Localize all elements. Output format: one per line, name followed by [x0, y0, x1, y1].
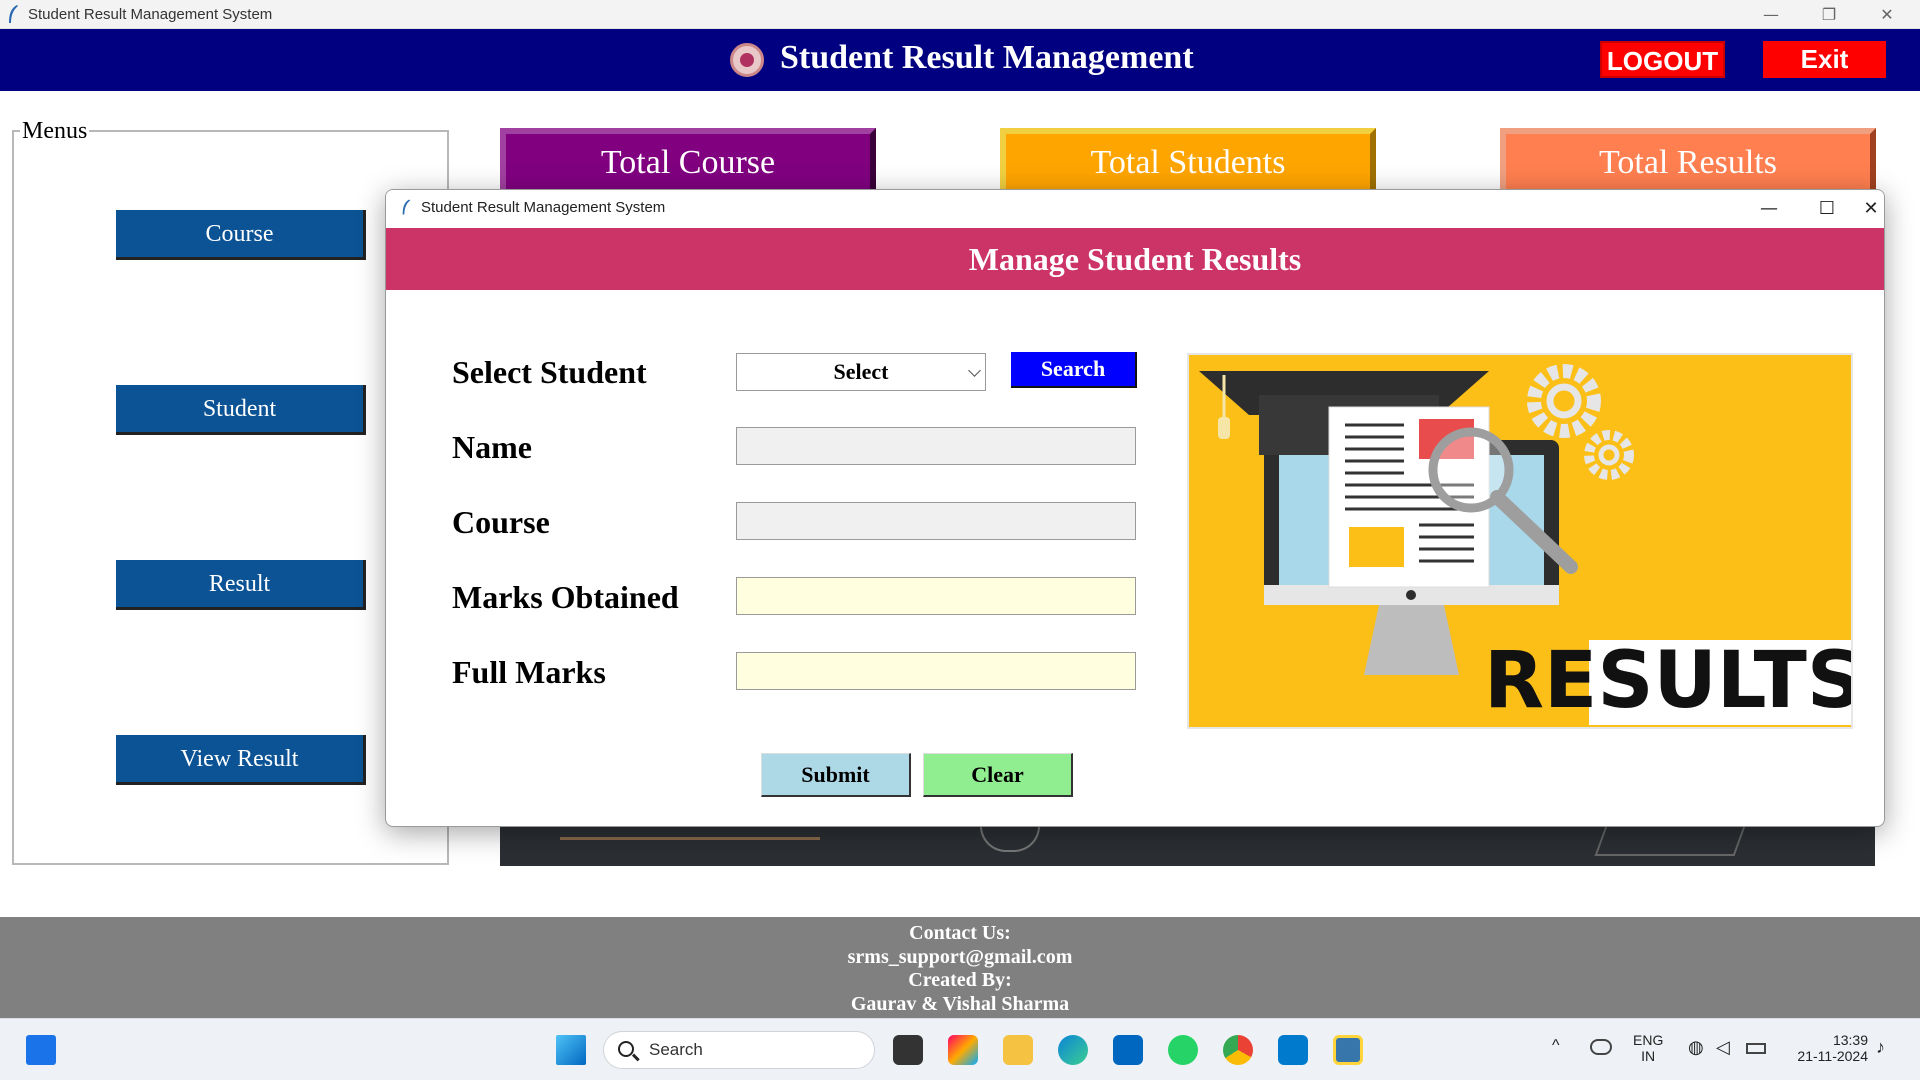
footer-authors: Gaurav & Vishal Sharma: [850, 992, 1070, 1015]
chrome-icon[interactable]: [1223, 1035, 1253, 1065]
view-result-menu-button[interactable]: View Result: [116, 735, 366, 785]
total-students-card: Total Students: [1000, 128, 1376, 193]
course-menu-button[interactable]: Course: [116, 210, 366, 260]
student-select-value: Select: [833, 359, 889, 384]
search-button[interactable]: Search: [1011, 352, 1137, 388]
vscode-icon[interactable]: [1278, 1035, 1308, 1065]
logout-button[interactable]: LOGOUT: [1600, 41, 1725, 78]
submit-button[interactable]: Submit: [761, 753, 911, 797]
battery-icon[interactable]: [1746, 1043, 1766, 1054]
footer-created-heading: Created By:: [908, 969, 1012, 991]
course-field[interactable]: [736, 502, 1136, 540]
marks-obtained-label: Marks Obtained: [452, 579, 679, 615]
dialog-titlebar: Student Result Management System — ☐ ✕: [386, 190, 1884, 228]
python-app-icon[interactable]: [1333, 1035, 1363, 1065]
dialog-maximize-button[interactable]: ☐: [1798, 190, 1856, 228]
select-student-label: Select Student: [452, 354, 647, 390]
clock-date: 21-11-2024: [1797, 1048, 1868, 1064]
app-header: Student Result Management LOGOUT Exit: [0, 29, 1920, 91]
close-button[interactable]: ✕: [1858, 0, 1916, 29]
clock-time: 13:39: [1832, 1032, 1868, 1048]
clear-button[interactable]: Clear: [923, 753, 1073, 797]
whatsapp-icon[interactable]: [1168, 1035, 1198, 1065]
dialog-minimize-button[interactable]: —: [1740, 190, 1798, 228]
region-code: IN: [1641, 1048, 1656, 1064]
taskbar: Search ^ ENG IN ◍ ◁ 13:39 21-11-2024 ♪: [0, 1018, 1920, 1080]
full-marks-label: Full Marks: [452, 654, 606, 690]
language-indicator[interactable]: ENG IN: [1633, 1032, 1663, 1064]
search-icon: [618, 1041, 634, 1057]
total-course-label: Total Course: [600, 144, 776, 181]
result-menu-button[interactable]: Result: [116, 560, 366, 610]
feather-app-icon: [9, 5, 18, 23]
chevron-down-icon: [968, 364, 981, 377]
widgets-icon[interactable]: [26, 1035, 56, 1065]
course-label: Course: [452, 504, 550, 540]
total-results-card: Total Results: [1500, 128, 1876, 193]
full-marks-field[interactable]: [736, 652, 1136, 690]
total-results-label: Total Results: [1598, 144, 1777, 181]
manage-results-dialog: Student Result Management System — ☐ ✕ M…: [385, 189, 1885, 827]
app-logo-icon: [730, 43, 764, 77]
total-students-label: Total Students: [1090, 144, 1286, 181]
clock[interactable]: 13:39 21-11-2024: [1784, 1032, 1868, 1064]
dialog-close-button[interactable]: ✕: [1856, 190, 1884, 228]
dialog-header: Manage Student Results: [386, 228, 1884, 290]
task-view-icon[interactable]: [893, 1035, 923, 1065]
taskbar-search-label: Search: [649, 1040, 703, 1059]
marks-obtained-field[interactable]: [736, 577, 1136, 615]
restore-button[interactable]: ❐: [1800, 0, 1858, 29]
onedrive-icon[interactable]: [1590, 1039, 1612, 1055]
results-illustration-art: RESULTS: [1199, 364, 1853, 726]
results-word: RESULTS: [1484, 636, 1853, 726]
notification-bell-icon[interactable]: ♪: [1876, 1037, 1885, 1058]
footer-email: srms_support@gmail.com: [847, 945, 1073, 968]
footer-contact-heading: Contact Us:: [909, 922, 1011, 944]
results-illustration: RESULTS: [1187, 353, 1853, 729]
app-title: Student Result Management: [780, 39, 1194, 76]
start-icon[interactable]: [556, 1035, 586, 1065]
chevron-up-icon[interactable]: ^: [1552, 1037, 1560, 1055]
copilot-icon[interactable]: [948, 1035, 978, 1065]
feather-app-icon: [402, 199, 411, 215]
name-label: Name: [452, 429, 532, 465]
store-icon[interactable]: [1113, 1035, 1143, 1065]
language-code: ENG: [1633, 1032, 1664, 1048]
volume-icon[interactable]: ◁: [1716, 1037, 1730, 1058]
dialog-title: Student Result Management System: [421, 199, 666, 216]
globe-icon[interactable]: ◍: [1688, 1037, 1704, 1058]
edge-icon[interactable]: [1058, 1035, 1088, 1065]
dashboard-background-image: [500, 826, 1875, 866]
student-menu-button[interactable]: Student: [116, 385, 366, 435]
taskbar-search[interactable]: Search: [603, 1031, 875, 1069]
name-field[interactable]: [736, 427, 1136, 465]
file-explorer-icon[interactable]: [1003, 1035, 1033, 1065]
app-footer: Contact Us: srms_support@gmail.com Creat…: [0, 917, 1920, 1018]
minimize-button[interactable]: —: [1742, 0, 1800, 29]
exit-button[interactable]: Exit: [1763, 41, 1886, 78]
menus-legend: Menus: [20, 118, 90, 145]
menus-frame: Menus Course Student Result View Result: [12, 118, 449, 865]
main-window-title: Student Result Management System: [28, 6, 273, 23]
student-select-dropdown[interactable]: Select: [736, 353, 986, 391]
total-course-card: Total Course: [500, 128, 876, 193]
main-window-titlebar: Student Result Management System — ❐ ✕: [0, 0, 1920, 29]
